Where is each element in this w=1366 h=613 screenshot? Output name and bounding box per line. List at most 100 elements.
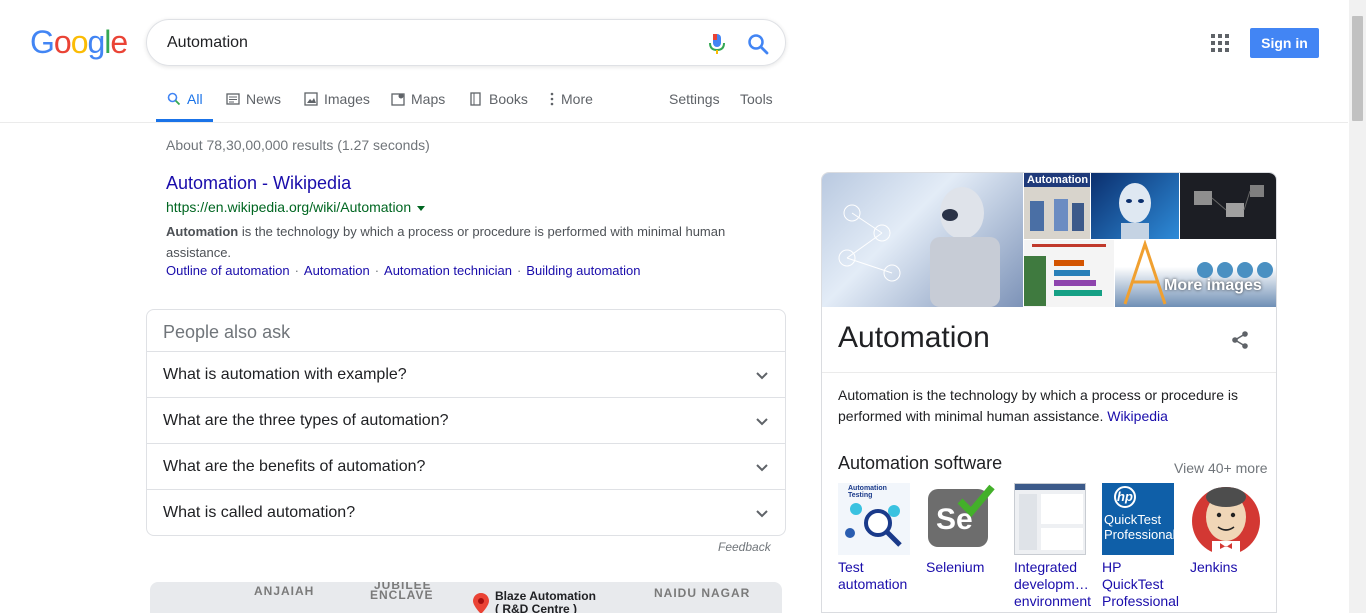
robot-illustration — [838, 187, 1000, 307]
label-line: automation — [838, 576, 908, 592]
jenkins-logo — [1190, 483, 1262, 555]
tab-label: Tools — [740, 91, 773, 107]
search-icon[interactable] — [747, 33, 769, 55]
paa-question[interactable]: What are the benefits of automation? — [147, 444, 785, 490]
people-also-ask: People also ask What is automation with … — [146, 309, 786, 536]
description-text: Automation is the technology by which a … — [838, 387, 1238, 424]
share-icon[interactable] — [1230, 330, 1250, 350]
more-images-link[interactable]: More images — [1164, 277, 1262, 295]
result-title-link[interactable]: Automation - Wikipedia — [166, 173, 351, 194]
tab-label: All — [187, 91, 203, 107]
snippet-text: is the technology by which a process or … — [166, 224, 726, 260]
result-sitelinks: Outline of automation · Automation · Autom… — [166, 263, 641, 278]
divider — [822, 372, 1276, 373]
machine-image[interactable] — [1180, 173, 1276, 239]
software-item[interactable]: hp QuickTest Professional HP QuickTest Pro… — [1102, 483, 1179, 610]
view-more-link[interactable]: View 40+ more — [1174, 460, 1268, 476]
tab-tools[interactable]: Tools — [740, 91, 773, 122]
caret-down-icon[interactable] — [417, 205, 426, 211]
feedback-link[interactable]: Feedback — [718, 540, 771, 554]
page-scrollbar[interactable] — [1349, 0, 1366, 613]
sitelink[interactable]: Building automation — [526, 263, 640, 278]
sitelink[interactable]: Automation — [304, 263, 370, 278]
paa-question[interactable]: What is called automation? — [147, 490, 785, 535]
map-label: ENCLAVE — [370, 588, 434, 602]
search-input[interactable] — [167, 33, 687, 53]
map-label: ANJAIAH — [254, 584, 315, 598]
search-box — [146, 19, 786, 66]
tab-label: Maps — [411, 91, 446, 107]
separator: · — [294, 263, 299, 278]
software-heading: Automation software — [838, 453, 1003, 473]
book-icon — [470, 92, 481, 106]
place-line: ( R&D Centre ) — [495, 602, 578, 613]
paa-question-text: What is automation with example? — [163, 365, 407, 383]
robot-image[interactable] — [822, 173, 1023, 307]
label-line: HP — [1102, 559, 1122, 575]
result-url-text: https://en.wikipedia.org/wiki/Automation — [166, 199, 412, 215]
label-line: Test — [838, 559, 864, 575]
tab-maps[interactable]: Maps — [391, 91, 445, 122]
knowledge-panel: Automation More images Automation Automa… — [821, 172, 1277, 613]
software-label: Jenkins — [1190, 559, 1264, 576]
logo-text: QuickTest — [1104, 512, 1162, 527]
news-icon — [226, 93, 240, 105]
separator: · — [374, 263, 380, 278]
separator: · — [516, 263, 522, 278]
search-results-page: Google Sign in All News Images — [0, 0, 1366, 613]
local-map[interactable]: ANJAIAH JUBILEE ENCLAVE NAIDU NAGAR Blaz… — [150, 582, 782, 613]
apps-grid-icon[interactable] — [1211, 34, 1229, 52]
label-line: QuickTest — [1102, 576, 1164, 592]
scrollbar-thumb[interactable] — [1352, 16, 1363, 121]
google-logo[interactable]: Google — [30, 26, 128, 58]
label-line: Selenium — [926, 559, 985, 575]
paa-question[interactable]: What are the three types of automation? — [147, 398, 785, 444]
image-collage[interactable]: Automation More images — [822, 173, 1276, 307]
tab-label: Images — [324, 91, 370, 107]
blue-robot-image[interactable] — [1091, 173, 1179, 239]
process-chart-image[interactable] — [1024, 240, 1114, 307]
microphone-icon[interactable] — [707, 33, 727, 55]
tab-news[interactable]: News — [226, 91, 281, 122]
paa-question[interactable]: What is automation with example? — [147, 352, 785, 398]
tab-images[interactable]: Images — [304, 91, 370, 122]
paa-question-text: What are the three types of automation? — [163, 411, 449, 429]
image-caption: Automation — [1024, 173, 1090, 187]
tab-books[interactable]: Books — [469, 91, 528, 122]
selenium-logo: Se — [926, 483, 998, 555]
chevron-down-icon — [756, 463, 768, 471]
software-label: Selenium — [926, 559, 1000, 576]
wikipedia-link[interactable]: Wikipedia — [1107, 408, 1168, 424]
map-place-name[interactable]: Blaze Automation ( R&D Centre ) — [495, 590, 596, 613]
automation-photo[interactable]: Automation — [1024, 173, 1090, 239]
gears-image[interactable] — [1115, 240, 1276, 307]
image-icon — [304, 92, 318, 106]
sitelink[interactable]: Automation technician — [384, 263, 512, 278]
software-item[interactable]: Automation Testing Test automation — [838, 483, 912, 593]
software-item[interactable]: Se Selenium — [926, 483, 1000, 576]
map-pin-icon[interactable] — [472, 592, 490, 613]
test-automation-image: Automation Testing — [838, 483, 910, 555]
panel-title: Automation — [838, 321, 990, 354]
tab-all[interactable]: All — [156, 91, 213, 122]
chevron-down-icon — [756, 510, 768, 518]
search-tabs: All News Images Maps Books More Settings… — [0, 78, 1348, 123]
software-item[interactable]: Integrated developm… environment — [1014, 483, 1091, 610]
tab-more[interactable]: More — [549, 91, 593, 122]
paa-question-text: What are the benefits of automation? — [163, 457, 426, 475]
result-url[interactable]: https://en.wikipedia.org/wiki/Automation — [166, 199, 426, 215]
label-line: Jenkins — [1190, 559, 1238, 575]
chevron-down-icon — [756, 371, 768, 379]
label-line: Integrated — [1014, 559, 1078, 575]
sitelink[interactable]: Outline of automation — [166, 263, 290, 278]
map-label: NAIDU NAGAR — [654, 586, 751, 600]
sign-in-button[interactable]: Sign in — [1250, 28, 1319, 58]
hp-logo-icon: hp — [1114, 486, 1136, 508]
tab-label: More — [561, 91, 593, 107]
tab-settings[interactable]: Settings — [669, 91, 720, 122]
image-caption: Automation Testing — [848, 485, 887, 499]
label-line: developm… — [1014, 576, 1089, 592]
paa-heading: People also ask — [147, 310, 785, 352]
software-item[interactable]: Jenkins — [1190, 483, 1264, 576]
tab-label: Settings — [669, 91, 720, 107]
